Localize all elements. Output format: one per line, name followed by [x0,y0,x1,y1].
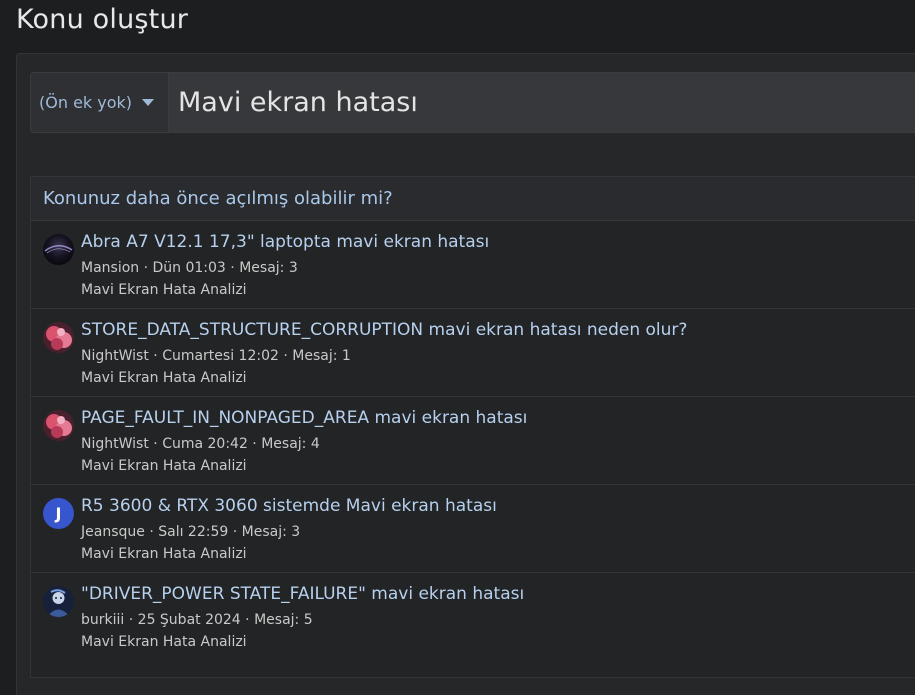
meta-separator: · [139,260,153,276]
thread-replies: Mesaj: 4 [261,436,320,452]
similar-thread-item: STORE_DATA_STRUCTURE_CORRUPTION mavi ekr… [31,309,915,397]
avatar-letter: J [55,504,62,523]
avatar[interactable] [43,410,74,441]
meta-separator: · [148,348,163,364]
caret-down-icon [142,99,155,106]
thread-forum-link[interactable]: Mavi Ekran Hata Analizi [81,458,247,474]
thread-title-link[interactable]: "DRIVER_POWER STATE_FAILURE" mavi ekran … [81,584,524,604]
meta-separator: · [228,524,242,540]
meta-separator: · [148,436,163,452]
thread-author[interactable]: burkiii [81,612,124,628]
thread-date: 25 Şubat 2024 [137,612,241,628]
thread-replies: Mesaj: 1 [292,348,351,364]
thread-title-link[interactable]: PAGE_FAULT_IN_NONPAGED_AREA mavi ekran h… [81,408,527,428]
page-title: Konu oluştur [16,4,189,35]
thread-replies: Mesaj: 3 [239,260,298,276]
meta-separator: · [144,524,159,540]
thread-meta: NightWist · Cuma 20:42 · Mesaj: 4 [81,436,320,452]
thread-meta: Mansion · Dün 01:03 · Mesaj: 3 [81,260,298,276]
thread-author[interactable]: NightWist [81,436,149,452]
thread-forum-link[interactable]: Mavi Ekran Hata Analizi [81,634,247,650]
similar-thread-item: PAGE_FAULT_IN_NONPAGED_AREA mavi ekran h… [31,397,915,485]
meta-separator: · [124,612,138,628]
thread-title-link[interactable]: R5 3600 & RTX 3060 sistemde Mavi ekran h… [81,496,497,516]
meta-separator: · [278,348,293,364]
prefix-dropdown[interactable]: (Ön ek yok) [30,72,169,133]
thread-meta: NightWist · Cumartesi 12:02 · Mesaj: 1 [81,348,351,364]
thread-author[interactable]: NightWist [81,348,149,364]
prefix-label: (Ön ek yok) [39,93,133,112]
meta-separator: · [240,612,255,628]
thread-author[interactable]: Mansion [81,260,139,276]
meta-separator: · [247,436,262,452]
avatar[interactable]: J [43,498,74,529]
thread-forum-link[interactable]: Mavi Ekran Hata Analizi [81,370,247,386]
thread-title-link[interactable]: Abra A7 V12.1 17,3" laptopta mavi ekran … [81,232,489,252]
thread-title-row: (Ön ek yok) [30,72,915,133]
thread-author[interactable]: Jeansque [81,524,145,540]
thread-date: Cuma 20:42 [162,436,248,452]
similar-thread-item: Abra A7 V12.1 17,3" laptopta mavi ekran … [31,221,915,309]
thread-date: Dün 01:03 [152,260,226,276]
similar-threads-heading: Konunuz daha önce açılmış olabilir mi? [31,177,915,221]
thread-meta: burkiii · 25 Şubat 2024 · Mesaj: 5 [81,612,313,628]
thread-title-link[interactable]: STORE_DATA_STRUCTURE_CORRUPTION mavi ekr… [81,320,687,340]
thread-date: Cumartesi 12:02 [162,348,279,364]
avatar[interactable] [43,322,74,353]
meta-separator: · [225,260,240,276]
similar-threads-panel: Konunuz daha önce açılmış olabilir mi? A… [30,176,915,678]
similar-thread-item: J R5 3600 & RTX 3060 sistemde Mavi ekran… [31,485,915,573]
avatar[interactable] [43,234,74,265]
thread-replies: Mesaj: 5 [254,612,313,628]
thread-title-input[interactable] [169,72,915,133]
create-thread-form: (Ön ek yok) Konunuz daha önce açılmış ol… [16,53,915,695]
similar-thread-item: "DRIVER_POWER STATE_FAILURE" mavi ekran … [31,573,915,661]
thread-date: Salı 22:59 [158,524,229,540]
thread-meta: Jeansque · Salı 22:59 · Mesaj: 3 [81,524,300,540]
thread-forum-link[interactable]: Mavi Ekran Hata Analizi [81,282,247,298]
avatar[interactable] [43,586,74,617]
thread-replies: Mesaj: 3 [241,524,301,540]
thread-forum-link[interactable]: Mavi Ekran Hata Analizi [81,546,247,562]
